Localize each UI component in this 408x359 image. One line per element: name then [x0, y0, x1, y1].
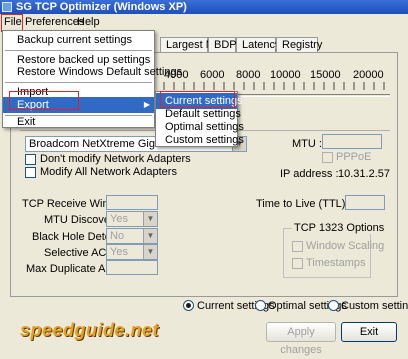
- dont-modify-adapters-checkbox[interactable]: [25, 154, 36, 165]
- radio-selected-dot: [186, 303, 191, 308]
- submenu-arrow-icon: ▶: [143, 100, 150, 109]
- menu-separator: [5, 50, 152, 51]
- slider-label: 6000: [200, 69, 225, 81]
- custom-settings-radio[interactable]: [328, 300, 339, 311]
- slider-label: 10000: [270, 69, 301, 81]
- custom-settings-label: Custom settings: [341, 300, 408, 312]
- window-scaling-label: Window Scaling: [306, 240, 385, 252]
- tab-latency[interactable]: Latency: [236, 37, 281, 52]
- menu-bar: File Preferences Help: [0, 14, 408, 30]
- ip-address-value: 10.31.2.57: [338, 168, 390, 180]
- ttl-label: Time to Live (TTL) :: [256, 198, 352, 210]
- menu-separator: [5, 82, 152, 83]
- speedguide-logo: speedguide.net: [20, 320, 160, 340]
- app-icon: [2, 2, 12, 12]
- chevron-down-icon[interactable]: ▼: [143, 229, 157, 243]
- window-title: SG TCP Optimizer (Windows XP): [16, 1, 187, 13]
- export-highlight: [9, 91, 79, 110]
- pppoe-label: PPPoE: [336, 151, 372, 163]
- optimal-settings-radio[interactable]: [255, 300, 266, 311]
- slider-label: 8000: [236, 69, 261, 81]
- menu-item-backup-current-settings[interactable]: Backup current settings: [3, 32, 154, 48]
- mtu-input[interactable]: [322, 134, 382, 149]
- submenu-item-custom-settings[interactable]: Custom settings: [156, 132, 244, 148]
- title-bar: SG TCP Optimizer (Windows XP): [0, 0, 408, 14]
- tcp-receive-window-input[interactable]: [106, 195, 158, 210]
- max-duplicate-acks-input[interactable]: [106, 260, 158, 275]
- tab-bdp[interactable]: BDP: [208, 37, 237, 52]
- ip-address-label: IP address :: [280, 168, 339, 180]
- current-settings-highlight: [160, 91, 235, 108]
- mtu-discovery-value: Yes: [110, 213, 128, 225]
- tab-registry[interactable]: Registry: [276, 37, 322, 52]
- dont-modify-adapters-label: Don't modify Network Adapters: [40, 153, 191, 165]
- modify-all-adapters-label: Modify All Network Adapters: [40, 166, 177, 178]
- timestamps-label: Timestamps: [306, 257, 366, 269]
- tcp1323-options-title: TCP 1323 Options: [292, 222, 387, 234]
- tcp1323-options-group: [283, 228, 371, 278]
- slider-label: 15000: [310, 69, 341, 81]
- selective-acks-value: Yes: [110, 246, 128, 258]
- current-settings-radio[interactable]: [183, 300, 194, 311]
- chevron-down-icon[interactable]: ▼: [143, 245, 157, 259]
- black-hole-detect-value: No: [110, 230, 125, 242]
- ttl-input[interactable]: [345, 195, 385, 210]
- pppoe-checkbox[interactable]: [322, 152, 333, 163]
- file-menu-dropdown: Backup current settings Restore backed u…: [2, 30, 182, 130]
- apply-changes-button[interactable]: Apply changes: [266, 322, 336, 356]
- menu-item-exit[interactable]: Exit: [3, 114, 154, 130]
- selective-acks-select[interactable]: Yes ▼: [106, 244, 158, 260]
- exit-button[interactable]: Exit: [341, 322, 397, 342]
- window-scaling-checkbox[interactable]: [292, 241, 303, 252]
- menu-item-restore-windows-default-settings[interactable]: Restore Windows Default settings: [3, 64, 182, 80]
- modify-all-adapters-checkbox[interactable]: [25, 167, 36, 178]
- slider-labels: 4000 6000 8000 10000 15000 20000: [160, 69, 390, 81]
- black-hole-detect-select[interactable]: No ▼: [106, 228, 158, 244]
- tab-largest-mtu[interactable]: Largest MTU: [160, 37, 230, 52]
- timestamps-checkbox[interactable]: [292, 258, 303, 269]
- menu-help[interactable]: Help: [75, 15, 102, 29]
- mtu-discovery-select[interactable]: Yes ▼: [106, 211, 158, 227]
- slider-label: 20000: [353, 69, 384, 81]
- chevron-down-icon[interactable]: ▼: [143, 212, 157, 226]
- mtu-label: MTU :: [292, 138, 322, 150]
- slider-ticks: [163, 82, 385, 90]
